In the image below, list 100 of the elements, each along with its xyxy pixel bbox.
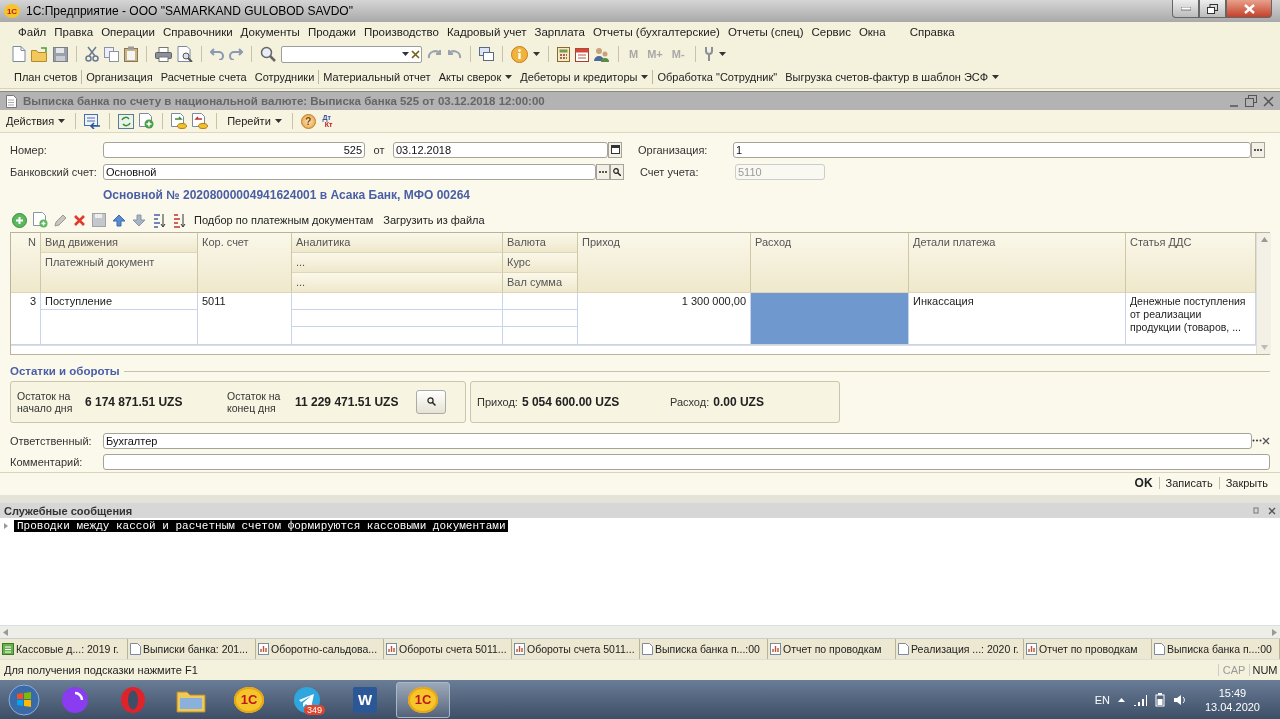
select-button[interactable] (1251, 141, 1265, 158)
info-icon[interactable] (511, 45, 528, 63)
window-tab[interactable]: Обороты счета 5011... (512, 639, 640, 659)
table-cell[interactable] (292, 310, 503, 328)
window-tab[interactable]: Отчет по проводкам (768, 639, 896, 659)
menu-item[interactable]: Зарплата (530, 26, 589, 38)
clear-icon[interactable] (1262, 436, 1270, 445)
move-down-icon[interactable] (132, 213, 146, 227)
window-tab[interactable]: Отчет по проводкам (1024, 639, 1152, 659)
restore-button[interactable] (1199, 0, 1226, 18)
printer-icon[interactable] (155, 46, 172, 62)
scroll-right-icon[interactable] (1272, 628, 1277, 636)
column-header[interactable]: Валюта (503, 233, 578, 254)
column-header[interactable]: Кор. счет (198, 233, 292, 294)
comment-field[interactable] (103, 453, 1270, 470)
menu-item[interactable]: Правка (50, 26, 98, 38)
help-button[interactable]: ? (300, 113, 316, 129)
actions-menu[interactable]: Действия (4, 115, 68, 127)
column-header[interactable]: Аналитика (292, 233, 503, 254)
table-cell[interactable]: Денежные поступления от реализации продукции (товаров, ... (1126, 293, 1256, 346)
clock-time[interactable]: 15:49 (1218, 685, 1247, 700)
shortcut-link[interactable]: Обработка "Сотрудник" (653, 71, 782, 83)
document-coins-icon[interactable] (171, 113, 188, 129)
menu-item[interactable]: Документы (236, 26, 304, 38)
column-header[interactable]: Приход (578, 233, 751, 294)
shortcut-link[interactable]: Расчетные счета (156, 71, 251, 83)
search-button[interactable] (416, 389, 447, 414)
redo-icon[interactable] (229, 48, 243, 60)
menu-item[interactable]: Производство (359, 26, 443, 38)
horizontal-scrollbar[interactable] (0, 625, 1280, 638)
form-button[interactable]: OK (1128, 476, 1159, 491)
print-preview-icon[interactable] (177, 46, 193, 62)
table-cell[interactable] (503, 310, 578, 328)
calendar-icon[interactable] (575, 46, 589, 62)
table-cell[interactable]: 5011 (198, 293, 292, 346)
table-action-button[interactable]: Загрузить из файла (381, 214, 487, 227)
menu-item[interactable]: Продажи (303, 26, 360, 38)
refresh-icon[interactable] (118, 113, 135, 129)
menu-item[interactable]: Отчеты (бухгалтерские) (588, 26, 724, 38)
window-tab[interactable]: Кассовые д...: 2019 г. (0, 639, 128, 659)
taskbar-app[interactable]: 1С (222, 681, 276, 718)
document-coins-icon[interactable] (192, 113, 209, 129)
window-tab[interactable]: Реализация ...: 2020 г. (896, 639, 1024, 659)
table-cell[interactable] (292, 327, 503, 346)
copy-add-icon[interactable] (33, 212, 48, 229)
responsible-field[interactable]: Бухгалтер (103, 432, 1252, 449)
shortcut-link[interactable]: Выгрузка счетов-фактур в шаблон ЭСФ (781, 71, 993, 83)
caret-icon[interactable] (718, 52, 726, 56)
menu-item[interactable]: Операции (97, 26, 159, 38)
form-button[interactable]: Записать (1158, 477, 1219, 490)
taskbar-app[interactable]: W (338, 681, 392, 718)
column-header[interactable]: Вид движения (41, 233, 198, 254)
table-cell[interactable]: 3 (11, 293, 41, 346)
copy-icon[interactable] (104, 46, 119, 62)
delete-icon[interactable] (73, 213, 86, 227)
scissors-icon[interactable] (85, 46, 99, 62)
menu-item[interactable]: Справочники (158, 26, 237, 38)
bank-account-field[interactable]: Основной (103, 163, 596, 180)
sort-ascending-icon[interactable] (152, 212, 166, 228)
menu-item[interactable]: Файл (14, 26, 51, 38)
go-to-menu[interactable]: Перейти (225, 115, 284, 127)
find-previous-icon[interactable] (447, 48, 462, 60)
find-next-icon[interactable] (427, 48, 442, 60)
column-header[interactable]: Расход (751, 233, 909, 294)
move-up-icon[interactable] (112, 213, 126, 227)
document-add-icon[interactable] (139, 113, 155, 129)
close-icon[interactable] (1268, 506, 1276, 515)
sort-descending-icon[interactable] (172, 212, 186, 228)
users-icon[interactable] (594, 46, 610, 62)
form-button[interactable]: Закрыть (1218, 477, 1274, 490)
menu-item[interactable]: Справка (905, 26, 959, 38)
battery-icon[interactable] (1154, 692, 1165, 707)
shortcut-link[interactable]: Материальный отчет (319, 71, 435, 83)
caret-icon[interactable] (992, 75, 1000, 79)
table-cell[interactable] (751, 293, 909, 346)
signal-icon[interactable] (1132, 693, 1147, 706)
organization-field[interactable]: 1 (733, 141, 1251, 158)
table-action-button[interactable]: Подбор по платежным документам (192, 214, 376, 227)
speaker-icon[interactable] (1172, 693, 1187, 706)
column-header[interactable]: N (11, 233, 41, 294)
column-header[interactable]: Вал сумма (503, 273, 578, 294)
window-tab[interactable]: Оборотно-сальдова... (256, 639, 384, 659)
table-cell[interactable]: Поступление (41, 293, 198, 311)
shortcut-link[interactable]: Сотрудники (250, 71, 319, 83)
ellipsis-icon[interactable] (1252, 439, 1262, 443)
column-header[interactable]: Платежный документ (41, 253, 198, 294)
window-tab[interactable]: Выписки банка: 201... (128, 639, 256, 659)
shortcut-link[interactable]: Дебеторы и кредиторы (516, 71, 653, 83)
column-header[interactable]: ... (292, 253, 503, 274)
close-button[interactable] (1226, 0, 1272, 18)
language-indicator[interactable]: EN (1094, 693, 1110, 706)
pin-icon[interactable] (1252, 506, 1260, 515)
menu-item[interactable]: Окна (854, 26, 890, 38)
window-tab[interactable]: Выписка банка п...:00 (640, 639, 768, 659)
shortcut-link[interactable]: Акты сверок (434, 71, 517, 83)
table-cell[interactable]: 1 300 000,00 (578, 293, 751, 346)
number-field[interactable]: 525 (103, 141, 365, 158)
shortcut-link[interactable]: Организация (82, 71, 157, 83)
close-icon[interactable] (1263, 95, 1274, 107)
window-tab[interactable]: Обороты счета 5011... (384, 639, 512, 659)
